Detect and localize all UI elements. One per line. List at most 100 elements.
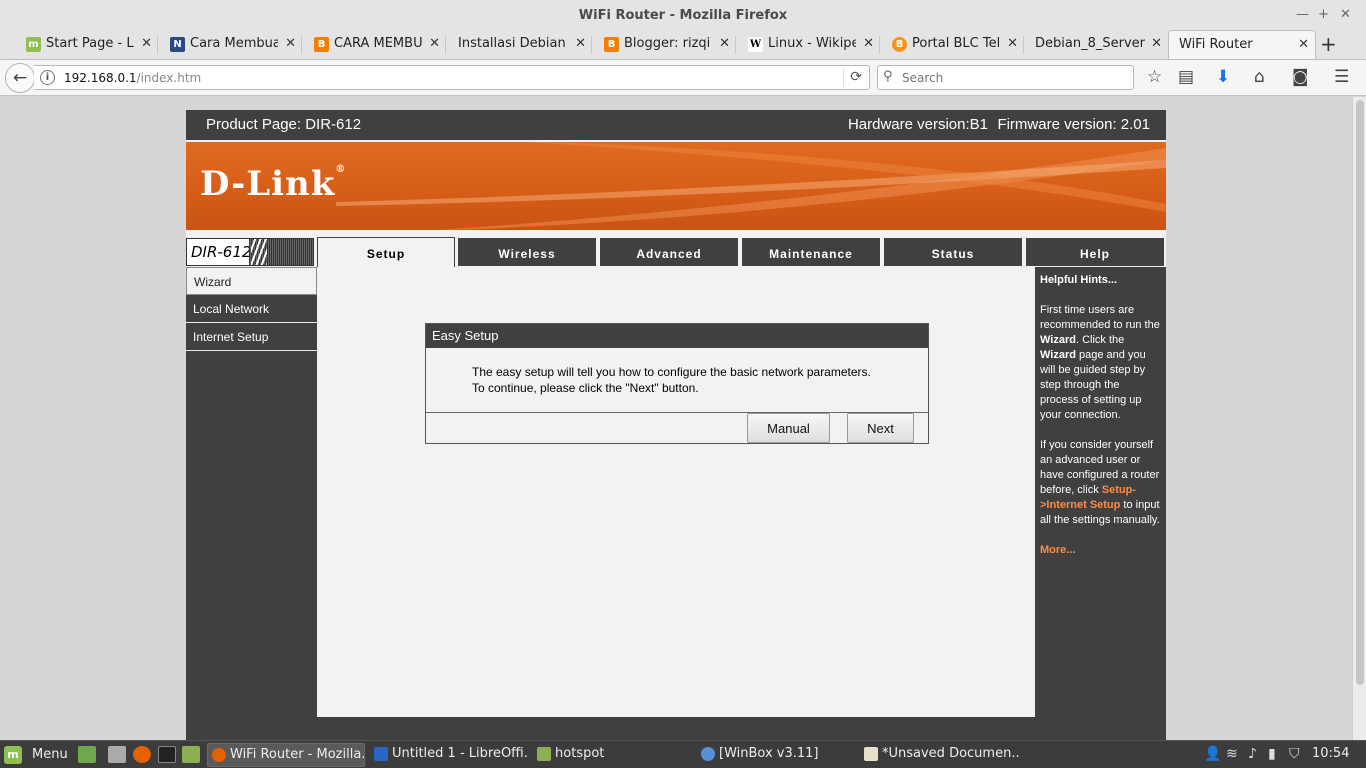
helpful-hints-panel: Helpful Hints... First time users are re… [1035, 267, 1166, 717]
info-icon[interactable]: i [40, 70, 55, 85]
tab-wifi-router[interactable]: WiFi Router ✕ [1168, 30, 1316, 59]
tab-cara-membuat[interactable]: N Cara Membuat ✕ [162, 30, 302, 59]
task-wifi-router[interactable]: WiFi Router - Mozilla... [207, 743, 365, 767]
terminal-icon[interactable] [158, 746, 176, 763]
firefox-icon [212, 748, 226, 762]
hints-heading: Helpful Hints... [1040, 274, 1117, 286]
nav-local-network[interactable]: Local Network [186, 295, 317, 323]
tab-maintenance[interactable]: Maintenance [742, 238, 880, 266]
task-libreoffice[interactable]: Untitled 1 - LibreOffi... [370, 743, 528, 767]
scrollbar-thumb[interactable] [1356, 100, 1364, 685]
folder-icon[interactable] [182, 746, 200, 763]
taskbar: m Menu WiFi Router - Mozilla... Untitled… [0, 740, 1366, 768]
more-link[interactable]: More... [1040, 543, 1161, 558]
folder-icon [537, 747, 551, 761]
tab-debian-8-server[interactable]: Debian_8_Server_Fu ✕ [1028, 30, 1168, 59]
navigation-bar: ← i 192.168.0.1/index.htm ⟳ ⚲ Search ☆ ▤… [0, 60, 1366, 96]
hardware-version: Hardware version:B1 [847, 116, 988, 133]
window-title: WiFi Router - Mozilla Firefox [578, 8, 788, 23]
product-bar: Product Page: DIR-612 Hardware version:B… [186, 110, 1166, 140]
search-icon: ⚲ [883, 69, 893, 84]
close-tab-icon[interactable]: ✕ [429, 36, 440, 51]
libreoffice-icon [374, 747, 388, 761]
tab-blogger-rizqi[interactable]: B Blogger: rizqi dwi ✕ [596, 30, 736, 59]
url-text: 192.168.0.1/index.htm [64, 71, 202, 85]
tab-wireless[interactable]: Wireless [458, 238, 596, 266]
tab-portal-blc[interactable]: B Portal BLC Telkom ✕ [884, 30, 1024, 59]
download-icon[interactable]: ⬇ [1216, 67, 1230, 87]
battery-icon[interactable]: ▮ [1268, 746, 1276, 762]
firmware-version: Firmware version: 2.01 [997, 116, 1150, 133]
close-tab-icon[interactable]: ✕ [141, 36, 152, 51]
wikipedia-icon: W [748, 37, 763, 52]
tab-installasi-debian[interactable]: Installasi Debian Server ✕ [450, 30, 592, 59]
url-bar[interactable]: i 192.168.0.1/index.htm ⟳ [34, 65, 870, 90]
winbox-icon [701, 747, 715, 761]
home-icon[interactable]: ⌂ [1254, 67, 1265, 87]
easy-setup-description: The easy setup will tell you how to conf… [472, 365, 871, 395]
reading-list-icon[interactable]: ▤ [1178, 67, 1194, 87]
blogger-icon: B [314, 37, 329, 52]
close-tab-icon[interactable]: ✕ [1298, 37, 1309, 52]
bitcoin-icon: B [892, 37, 907, 52]
hamburger-menu-icon[interactable]: ☰ [1334, 67, 1349, 87]
show-desktop-icon[interactable] [78, 746, 96, 763]
n-icon: N [170, 37, 185, 52]
tab-advanced[interactable]: Advanced [600, 238, 738, 266]
task-winbox[interactable]: [WinBox v3.11] [697, 743, 855, 767]
user-icon[interactable]: 👤 [1204, 746, 1221, 762]
minimize-icon[interactable]: — [1296, 7, 1309, 22]
reload-icon[interactable]: ⟳ [850, 69, 862, 85]
clock: 10:54 [1312, 746, 1350, 761]
mint-icon: m [26, 37, 41, 52]
task-hotspot[interactable]: hotspot [533, 743, 693, 767]
close-tab-icon[interactable]: ✕ [1151, 36, 1162, 51]
close-tab-icon[interactable]: ✕ [1007, 36, 1018, 51]
manual-button[interactable]: Manual [747, 413, 830, 443]
firefox-icon[interactable] [133, 746, 151, 763]
dlink-logo: D-Link® [200, 164, 347, 204]
hints-paragraph-2: If you consider yourself an advanced use… [1040, 439, 1160, 526]
close-window-icon[interactable]: ✕ [1340, 7, 1351, 22]
tab-strip: m Start Page - Linux Mint ✕ N Cara Membu… [0, 28, 1366, 60]
page-scrollbar[interactable] [1352, 97, 1366, 740]
camera-icon[interactable] [108, 746, 126, 763]
tab-help[interactable]: Help [1026, 238, 1164, 266]
router-page: Product Page: DIR-612 Hardware version:B… [186, 110, 1166, 740]
blogger-icon: B [604, 37, 619, 52]
next-button[interactable]: Next [847, 413, 914, 443]
task-unsaved-document[interactable]: *Unsaved Documen... [860, 743, 1020, 767]
new-tab-icon[interactable]: + [1320, 32, 1337, 56]
router-footer [186, 717, 1166, 740]
close-tab-icon[interactable]: ✕ [863, 36, 874, 51]
easy-setup-panel: Easy Setup The easy setup will tell you … [425, 323, 929, 444]
wifi-icon[interactable]: ≋ [1226, 746, 1238, 762]
nav-wizard[interactable]: Wizard [186, 267, 317, 295]
tab-cara-membuat-blogger[interactable]: B CARA MEMBUAT ✕ [306, 30, 446, 59]
maximize-icon[interactable]: + [1318, 7, 1329, 22]
search-input[interactable]: ⚲ Search [877, 65, 1134, 90]
nav-internet-setup[interactable]: Internet Setup [186, 323, 317, 351]
dlink-banner: D-Link® [186, 142, 1166, 230]
menu-button[interactable]: m Menu [4, 745, 70, 765]
window-titlebar: WiFi Router - Mozilla Firefox — + ✕ [0, 0, 1366, 30]
volume-icon[interactable]: ♪ [1248, 746, 1257, 762]
left-navigation: Wizard Local Network Internet Setup [186, 267, 317, 717]
tab-setup[interactable]: Setup [317, 237, 455, 267]
tab-status[interactable]: Status [884, 238, 1022, 266]
easy-setup-title: Easy Setup [426, 324, 928, 348]
tab-linux-wikipedia[interactable]: W Linux - Wikipedia ✕ [740, 30, 880, 59]
model-badge: DIR-612 [186, 238, 314, 266]
page-viewport: Product Page: DIR-612 Hardware version:B… [0, 97, 1366, 740]
hints-paragraph-1: First time users are recommended to run … [1040, 304, 1160, 421]
bookmark-star-icon[interactable]: ☆ [1147, 67, 1162, 87]
close-tab-icon[interactable]: ✕ [719, 36, 730, 51]
tab-start-page[interactable]: m Start Page - Linux Mint ✕ [18, 30, 158, 59]
close-tab-icon[interactable]: ✕ [575, 36, 586, 51]
close-tab-icon[interactable]: ✕ [285, 36, 296, 51]
product-page-label: Product Page: DIR-612 [206, 116, 362, 133]
text-editor-icon [864, 747, 878, 761]
shield-icon[interactable]: ⛉ [1289, 746, 1300, 762]
pocket-icon[interactable]: ◙ [1292, 67, 1309, 87]
back-arrow-icon[interactable]: ← [5, 63, 35, 93]
